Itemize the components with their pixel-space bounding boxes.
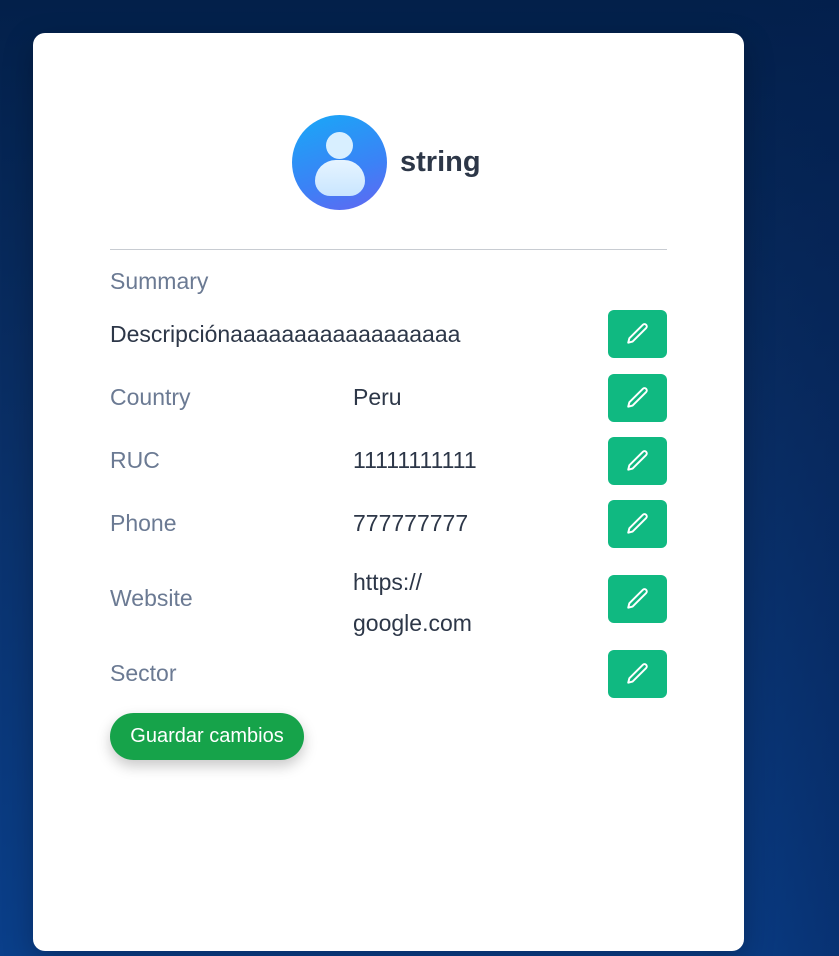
edit-country-button[interactable] xyxy=(608,374,667,422)
website-label: Website xyxy=(110,585,193,611)
pencil-icon xyxy=(626,663,648,684)
avatar-head xyxy=(326,132,353,159)
summary-value: Descripciónaaaaaaaaaaaaaaaaaa xyxy=(110,321,461,347)
website-value-line2: google.com xyxy=(353,610,472,636)
summary-label: Summary xyxy=(110,268,209,294)
divider xyxy=(110,249,667,250)
edit-phone-button[interactable] xyxy=(608,500,667,548)
pencil-icon xyxy=(626,513,648,534)
profile-card: string Summary Descripciónaaaaaaaaaaaaaa… xyxy=(33,33,744,951)
edit-summary-button[interactable] xyxy=(608,310,667,358)
country-value: Peru xyxy=(353,384,402,410)
save-changes-button[interactable]: Guardar cambios xyxy=(110,713,304,760)
pencil-icon xyxy=(626,450,648,471)
user-avatar-icon xyxy=(292,115,387,210)
username: string xyxy=(400,146,481,178)
website-value-line1: https:// xyxy=(353,569,423,595)
phone-label: Phone xyxy=(110,510,177,536)
ruc-label: RUC xyxy=(110,447,160,473)
website-value: https:// google.com xyxy=(353,567,513,639)
country-label: Country xyxy=(110,384,191,410)
profile-header: string xyxy=(292,115,481,210)
pencil-icon xyxy=(626,387,648,408)
ruc-value: 11111111111 xyxy=(353,447,477,473)
sector-label: Sector xyxy=(110,660,177,686)
edit-ruc-button[interactable] xyxy=(608,437,667,485)
avatar-body xyxy=(315,160,365,196)
pencil-icon xyxy=(626,323,648,344)
edit-website-button[interactable] xyxy=(608,575,667,623)
edit-sector-button[interactable] xyxy=(608,650,667,698)
pencil-icon xyxy=(626,588,648,609)
phone-value: 777777777 xyxy=(353,510,469,536)
